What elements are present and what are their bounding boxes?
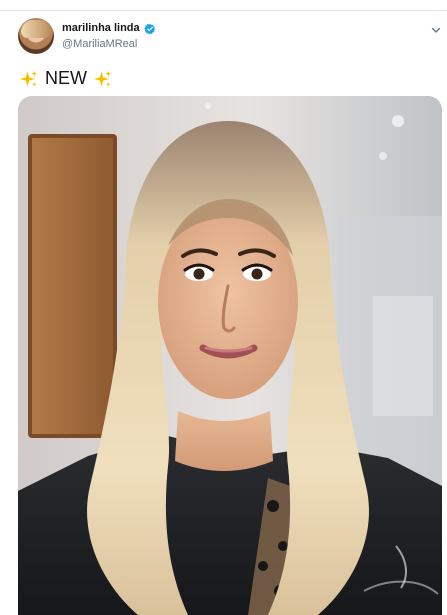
top-divider xyxy=(0,10,447,11)
tweet-text: NEW xyxy=(20,68,112,89)
avatar[interactable] xyxy=(18,18,54,54)
author-handle[interactable]: @MariliaMReal xyxy=(62,38,137,50)
tweet-card[interactable]: marilinha linda @MariliaMReal NEW xyxy=(0,0,447,615)
author-name[interactable]: marilinha linda xyxy=(62,22,140,34)
tweet-text-content: NEW xyxy=(45,68,87,88)
author-name-row[interactable]: marilinha linda xyxy=(62,22,156,35)
sparkles-icon xyxy=(94,70,112,88)
sparkles-icon xyxy=(20,70,38,88)
tweet-photo[interactable] xyxy=(18,96,442,615)
photo-illustration xyxy=(18,96,442,615)
avatar-hair xyxy=(21,20,51,38)
verified-badge-icon xyxy=(143,22,156,35)
chevron-down-icon[interactable] xyxy=(431,22,441,33)
